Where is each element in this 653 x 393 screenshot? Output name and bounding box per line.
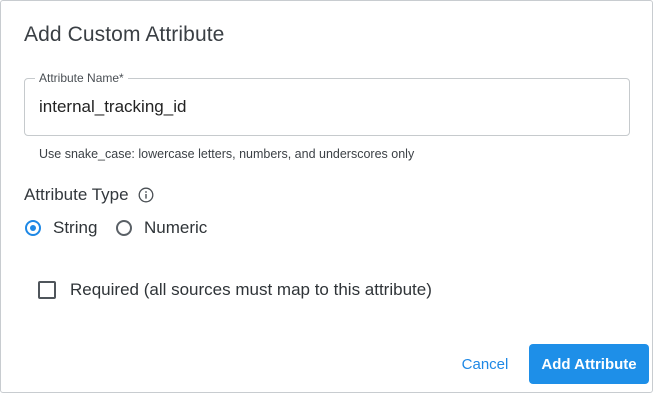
required-marker: * — [119, 71, 124, 85]
attribute-name-field[interactable]: Attribute Name* — [24, 71, 630, 136]
required-checkbox-label: Required (all sources must map to this a… — [70, 280, 432, 299]
radio-option-numeric[interactable]: Numeric — [116, 218, 207, 238]
required-checkbox[interactable] — [38, 281, 56, 299]
attribute-name-input[interactable] — [39, 97, 609, 117]
attribute-name-label: Attribute Name* — [35, 71, 128, 86]
radio-label-string: String — [53, 218, 98, 237]
attribute-type-label: Attribute Type — [24, 185, 129, 204]
attribute-name-hint: Use snake_case: lowercase letters, numbe… — [39, 147, 415, 161]
add-custom-attribute-dialog: Add Custom Attribute Attribute Name* Use… — [0, 0, 653, 393]
attribute-type-heading: Attribute Type — [24, 185, 154, 205]
radio-label-numeric: Numeric — [144, 218, 208, 237]
add-attribute-button[interactable]: Add Attribute — [529, 344, 649, 384]
dialog-title: Add Custom Attribute — [24, 23, 225, 46]
radio-selected-indicator[interactable] — [25, 220, 41, 236]
info-icon[interactable] — [138, 187, 154, 203]
cancel-button[interactable]: Cancel — [451, 345, 519, 383]
radio-option-string[interactable]: String — [25, 218, 97, 238]
radio-unselected-indicator[interactable] — [116, 220, 132, 236]
required-checkbox-row[interactable]: Required (all sources must map to this a… — [38, 280, 432, 300]
